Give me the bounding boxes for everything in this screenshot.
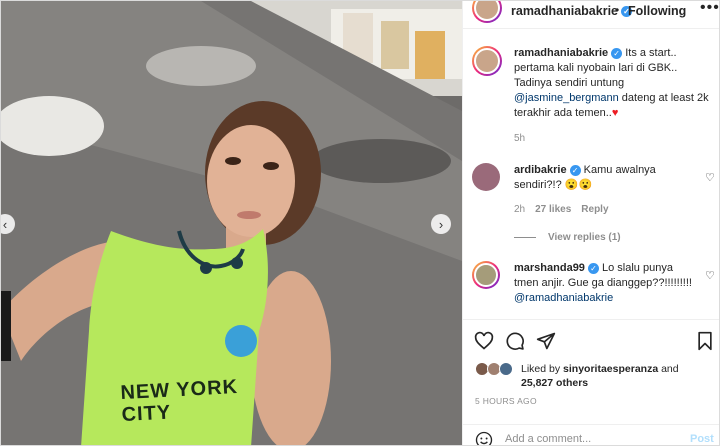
separator-dot: • [615, 3, 620, 17]
commenter-username[interactable]: ardibakrie [514, 164, 567, 176]
liker-username[interactable]: sinyoritaesperanza [563, 363, 658, 375]
chevron-left-icon: ‹ [2, 216, 8, 232]
like-heart-icon[interactable] [474, 331, 494, 351]
commenter-avatar[interactable] [472, 261, 500, 289]
following-button[interactable]: Following [628, 4, 686, 18]
author-username[interactable]: ramadhaniabakrie ✓ [511, 4, 632, 18]
like-comment-icon[interactable]: ♡ [705, 269, 715, 282]
shirt-text: NEW YORK CITY [119, 376, 239, 427]
emoji-icon[interactable] [475, 431, 493, 446]
instagram-post-window: NEW YORK CITY ‹ › ramadhaniabakrie ✓ • Fo… [0, 0, 720, 446]
caption-timestamp[interactable]: 5h [514, 133, 525, 144]
comment-icon[interactable] [505, 331, 525, 351]
view-replies-button[interactable]: View replies (1) [514, 232, 621, 243]
replies-line [514, 237, 536, 238]
post-comment-button[interactable]: Post [690, 433, 714, 445]
verified-icon: ✓ [611, 47, 623, 59]
post-photo[interactable]: NEW YORK CITY ‹ › [1, 1, 462, 445]
comment-mention-link[interactable]: @ramadhaniabakrie [514, 292, 613, 304]
chevron-right-icon: › [438, 216, 444, 232]
actions-divider [463, 319, 719, 320]
add-comment-input[interactable] [505, 433, 675, 445]
reply-button[interactable]: Reply [581, 204, 608, 215]
post-caption: ramadhaniabakrie ✓ Its a start.. pertama … [514, 46, 714, 121]
verified-icon: ✓ [587, 262, 599, 274]
likes-count[interactable]: 25,827 others [521, 377, 588, 389]
header-divider [463, 28, 719, 29]
post-timestamp[interactable]: 5 HOURS AGO [475, 396, 537, 406]
liker-avatars [475, 362, 519, 378]
next-photo-button[interactable]: › [431, 214, 451, 234]
bookmark-icon[interactable] [695, 331, 715, 351]
comment-time[interactable]: 2h [514, 204, 525, 215]
comment-likes[interactable]: 27 likes [535, 204, 571, 215]
share-icon[interactable] [536, 331, 556, 351]
more-options-icon[interactable]: ••• [700, 1, 719, 17]
commenter-username[interactable]: marshanda99 [514, 262, 585, 274]
comment-text: marshanda99 ✓ Lo slalu punya tmen anjir. … [514, 262, 692, 304]
heart-emoji: ♥ [611, 107, 619, 119]
likes-text: Liked by sinyoritaesperanza and 25,827 o… [521, 363, 679, 389]
like-comment-icon[interactable]: ♡ [705, 171, 715, 184]
caption-mention-link[interactable]: @jasmine_bergmann [514, 92, 619, 104]
verified-icon: ✓ [569, 164, 581, 176]
author-avatar[interactable] [472, 1, 502, 23]
commenter-avatar[interactable] [472, 163, 500, 191]
add-comment-bar: Post [463, 424, 719, 446]
post-header: ramadhaniabakrie ✓ • Following ••• [463, 1, 719, 23]
post-side-panel: ramadhaniabakrie ✓ • Following ••• ramadh… [462, 1, 719, 446]
comment-text: ardibakrie ✓ Kamu awalnya sendiri?!? 😮😮 [514, 164, 656, 191]
post-actions [463, 327, 719, 355]
caption-avatar[interactable] [472, 46, 502, 76]
caption-author[interactable]: ramadhaniabakrie [514, 47, 608, 59]
comment-meta: 2h 27 likes Reply [514, 204, 619, 215]
